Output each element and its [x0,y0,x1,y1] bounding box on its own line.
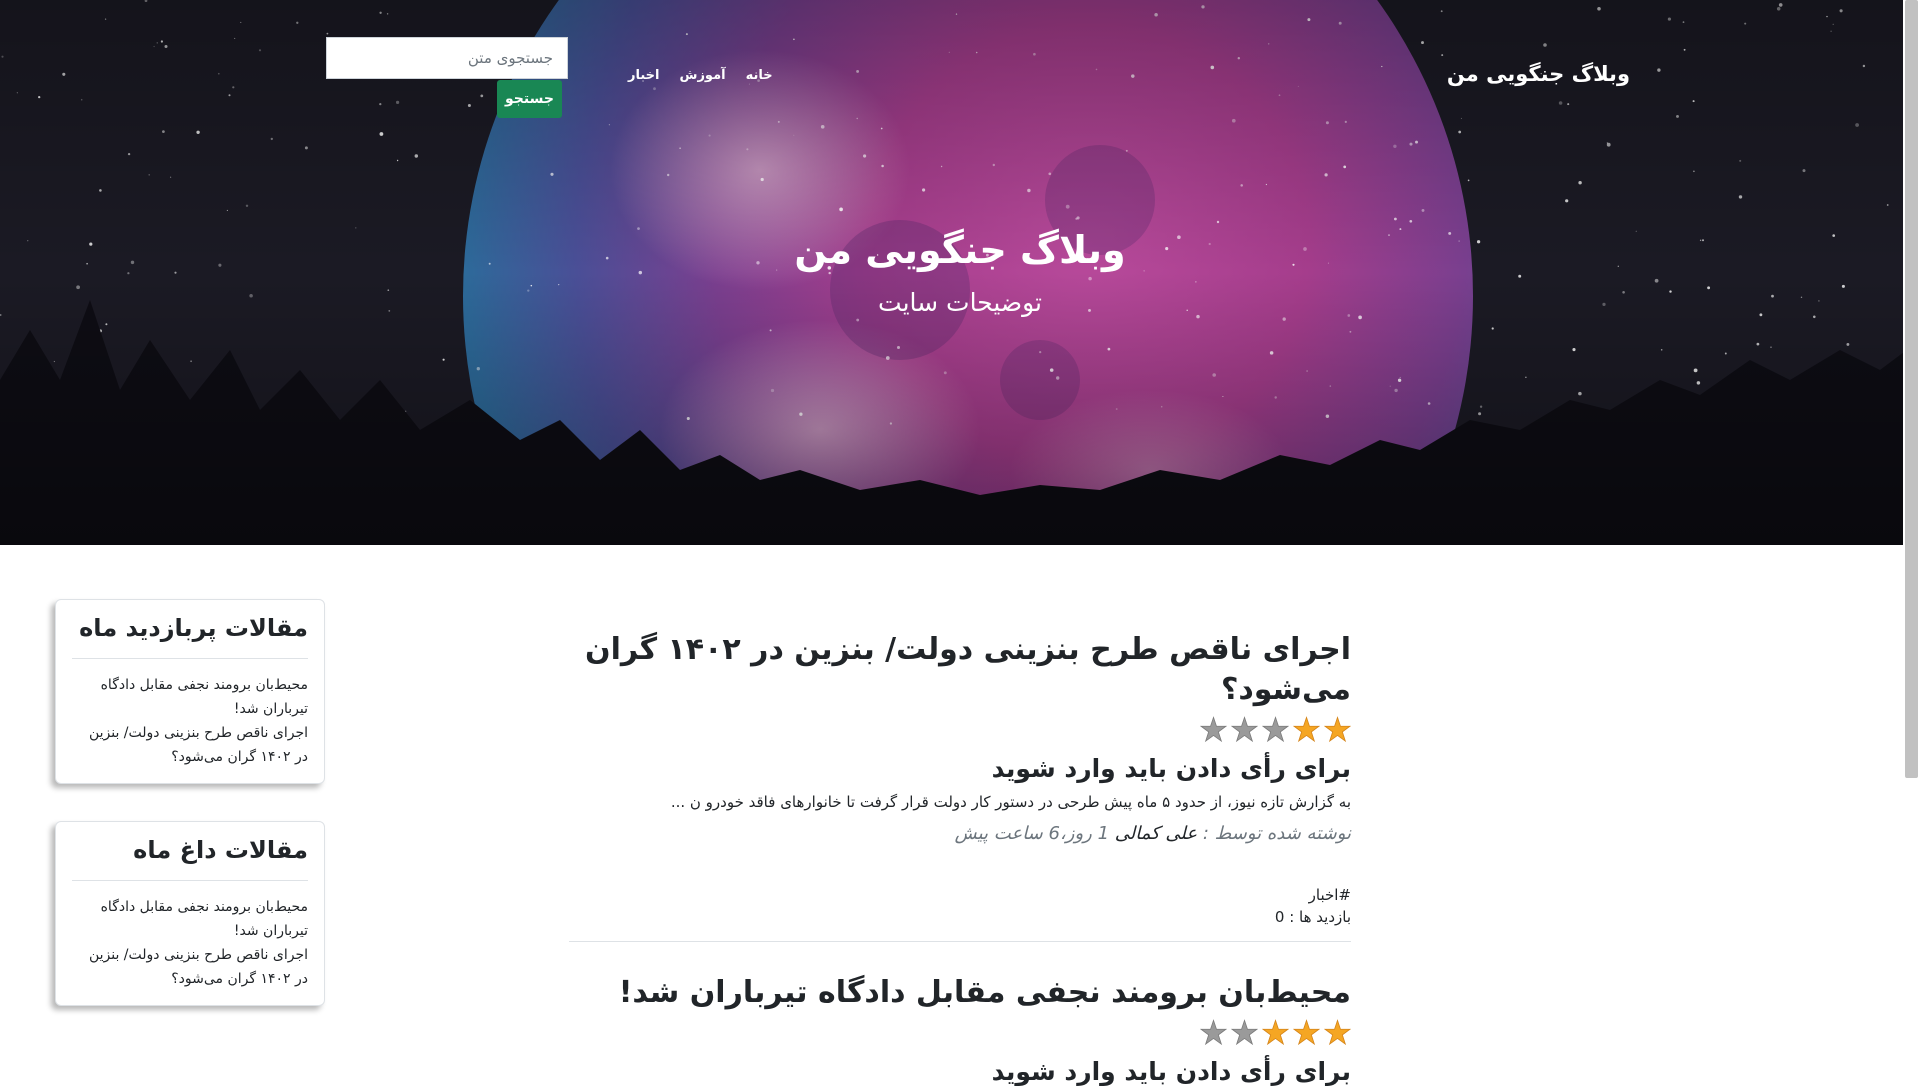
article-link[interactable]: اجرای ناقص طرح بنزینی دولت/ بنزین در ۱۴۰… [72,943,308,991]
scrollbar-track[interactable] [1903,0,1920,1080]
article-link[interactable]: اجرای ناقص طرح بنزینی دولت/ بنزین در ۱۴۰… [72,721,308,769]
post-excerpt: به گزارش تازه نیوز، از حدود ۵ ماه پیش طر… [670,793,1351,811]
main-nav: خانه آموزش اخبار [628,68,773,83]
post-tag[interactable]: #اخبار [569,886,1351,904]
star-empty-icon[interactable] [1200,1019,1227,1046]
star-empty-icon[interactable] [1231,716,1258,743]
star-rating[interactable] [569,716,1351,744]
post-divider [569,941,1351,942]
hero-background-image [0,0,1920,545]
nav-news[interactable]: اخبار [628,68,660,83]
meta-prefix: نوشته شده توسط : [1202,823,1351,844]
site-brand[interactable]: وبلاگ جنگویی من [1447,62,1630,86]
star-filled-icon[interactable] [1293,716,1320,743]
star-empty-icon[interactable] [1200,716,1227,743]
search-input[interactable] [326,37,568,79]
nav-tutorials[interactable]: آموزش [680,68,726,83]
scrollbar-thumb[interactable] [1905,0,1918,778]
star-empty-icon[interactable] [1262,716,1289,743]
star-rating[interactable] [569,1019,1351,1047]
card-title: مقالات داغ ماه [72,836,308,881]
post-author[interactable]: علی کمالی [1115,823,1197,844]
star-filled-icon[interactable] [1324,716,1351,743]
hero-subtitle: توضیحات سایت [878,288,1042,317]
post-views: بازدید ها : 0 [1274,908,1351,926]
nav-home[interactable]: خانه [746,68,773,83]
post-meta: نوشته شده توسط : علی کمالی 1 روز،6 ساعت … [569,823,1351,844]
hero-banner: وبلاگ جنگویی من خانه آموزش اخبار جستجو و… [0,0,1920,545]
article-link[interactable]: محیط‌بان برومند نجفی مقابل دادگاه تیربار… [72,673,308,721]
star-filled-icon[interactable] [1293,1019,1320,1046]
popular-articles-card: مقالات پربازدید ماه محیط‌بان برومند نجفی… [55,599,325,784]
post-time: 1 روز،6 ساعت پیش [954,823,1110,844]
post: محیط‌بان برومند نجفی مقابل دادگاه تیربار… [569,973,1351,1086]
post: اجرای ناقص طرح بنزینی دولت/ بنزین در ۱۴۰… [569,630,1351,926]
card-title: مقالات پربازدید ماه [72,614,308,659]
hot-articles-card: مقالات داغ ماه محیط‌بان برومند نجفی مقاب… [55,821,325,1006]
star-empty-icon[interactable] [1231,1019,1258,1046]
hero-title: وبلاگ جنگویی من [794,228,1126,272]
star-filled-icon[interactable] [1324,1019,1351,1046]
article-link[interactable]: محیط‌بان برومند نجفی مقابل دادگاه تیربار… [72,895,308,943]
search-button[interactable]: جستجو [497,80,562,118]
star-filled-icon[interactable] [1262,1019,1289,1046]
vote-login-prompt: برای رأی دادن باید وارد شوید [991,1057,1351,1086]
article-list: محیط‌بان برومند نجفی مقابل دادگاه تیربار… [72,673,308,769]
post-title[interactable]: محیط‌بان برومند نجفی مقابل دادگاه تیربار… [569,973,1351,1013]
vote-login-prompt: برای رأی دادن باید وارد شوید [991,754,1351,783]
article-list: محیط‌بان برومند نجفی مقابل دادگاه تیربار… [72,895,308,991]
post-title[interactable]: اجرای ناقص طرح بنزینی دولت/ بنزین در ۱۴۰… [569,630,1351,710]
